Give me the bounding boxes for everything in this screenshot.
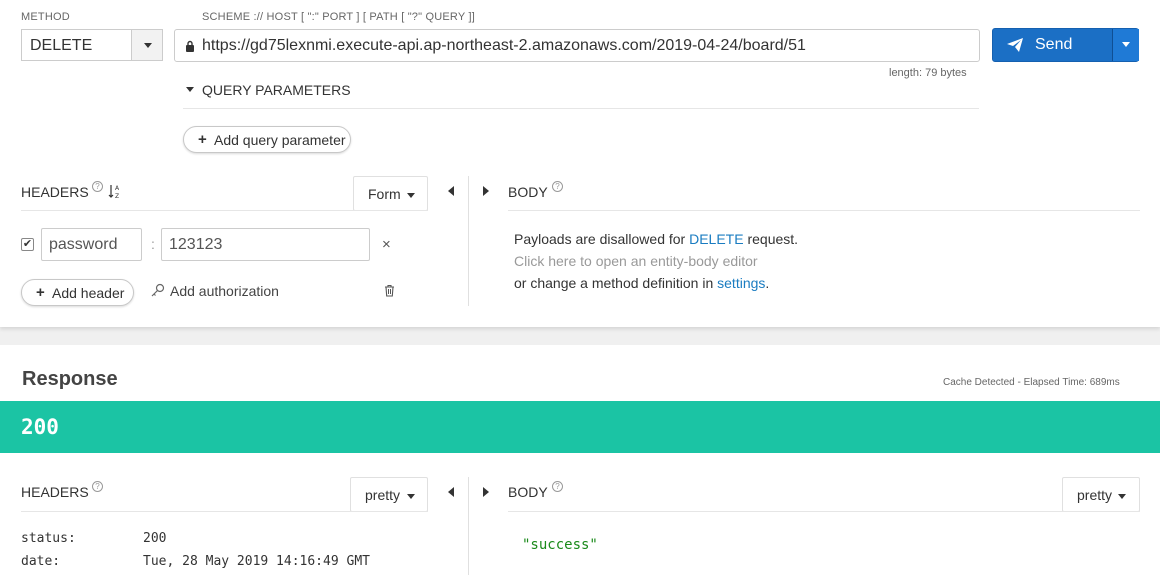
- plus-icon: +: [198, 131, 207, 148]
- url-input[interactable]: https://gd75lexnmi.execute-api.ap-northe…: [174, 29, 980, 62]
- collapse-left-icon[interactable]: [448, 186, 454, 196]
- request-headers-title: HEADERS: [21, 184, 89, 200]
- key-icon: [151, 283, 165, 297]
- chevron-down-icon: [407, 193, 415, 198]
- expand-right-icon[interactable]: [483, 186, 489, 196]
- chevron-down-icon: [144, 43, 152, 48]
- response-headers-divider: [21, 511, 428, 512]
- add-header-button[interactable]: + Add header: [21, 279, 134, 306]
- response-title: Response: [22, 368, 118, 390]
- url-label: SCHEME :// HOST [ ":" PORT ] [ PATH [ "?…: [202, 11, 475, 23]
- method-settings-message: or change a method definition in setting…: [514, 275, 770, 291]
- body-disallowed-message: Payloads are disallowed for DELETE reque…: [514, 231, 799, 247]
- method-link: DELETE: [689, 231, 744, 247]
- headers-mode-dropdown[interactable]: Form: [353, 176, 428, 211]
- response-headers-mode-dropdown[interactable]: pretty: [350, 477, 428, 512]
- plus-icon: +: [36, 284, 45, 301]
- headers-divider: [21, 210, 428, 211]
- close-icon[interactable]: ×: [382, 236, 391, 253]
- help-icon[interactable]: ?: [552, 181, 563, 192]
- header-key-value: password: [49, 236, 118, 253]
- panel-divider: [468, 176, 469, 306]
- expand-right-icon[interactable]: [483, 487, 489, 497]
- response-header-value: 200: [143, 531, 167, 546]
- length-info: length: 79 bytes: [889, 67, 967, 79]
- response-headers-mode-value: pretty: [365, 487, 401, 503]
- chevron-down-icon: [407, 494, 415, 499]
- svg-text:Z: Z: [115, 193, 119, 199]
- svg-text:A: A: [115, 185, 120, 192]
- response-header-key: status:: [21, 531, 76, 546]
- chevron-down-icon: [1118, 494, 1126, 499]
- method-dropdown-toggle[interactable]: [131, 30, 162, 60]
- header-key-input[interactable]: password: [41, 228, 142, 261]
- help-icon[interactable]: ?: [92, 181, 103, 192]
- help-icon[interactable]: ?: [552, 481, 563, 492]
- key-value-separator: :: [151, 236, 155, 252]
- add-authorization-label: Add authorization: [170, 283, 279, 299]
- add-query-param-button[interactable]: + Add query parameter: [183, 126, 351, 153]
- collapse-left-icon[interactable]: [448, 487, 454, 497]
- trash-icon[interactable]: [384, 284, 395, 297]
- send-button[interactable]: Send: [993, 29, 1112, 61]
- response-body-title: BODY: [508, 484, 548, 500]
- chevron-down-icon: [1122, 42, 1130, 47]
- add-authorization-button[interactable]: Add authorization: [151, 282, 281, 302]
- response-body-mode-value: pretty: [1077, 487, 1113, 503]
- response-body-divider: [508, 511, 1140, 512]
- add-header-label: Add header: [52, 285, 125, 301]
- header-enabled-checkbox[interactable]: ✔: [21, 238, 34, 251]
- help-icon[interactable]: ?: [92, 481, 103, 492]
- send-label: Send: [1035, 36, 1073, 53]
- settings-link[interactable]: settings: [717, 275, 765, 291]
- method-value: DELETE: [30, 37, 93, 54]
- response-header-key: date:: [21, 554, 61, 569]
- sort-alpha-icon[interactable]: A Z: [108, 184, 122, 199]
- send-dropdown-toggle[interactable]: [1113, 29, 1139, 61]
- method-select[interactable]: DELETE: [21, 29, 163, 61]
- response-header-value: Tue, 28 May 2019 14:16:49 GMT: [143, 554, 370, 569]
- method-label: METHOD: [21, 11, 70, 23]
- send-button-group: Send: [992, 28, 1139, 62]
- query-params-label: QUERY PARAMETERS: [202, 82, 351, 98]
- cache-info: Cache Detected - Elapsed Time: 689ms: [943, 377, 1120, 388]
- header-value-input[interactable]: 123123: [161, 228, 370, 261]
- query-params-toggle[interactable]: QUERY PARAMETERS: [183, 80, 979, 109]
- response-headers-title: HEADERS: [21, 484, 89, 500]
- response-body-mode-dropdown[interactable]: pretty: [1062, 477, 1140, 512]
- lock-icon: [186, 40, 194, 52]
- response-body-value: "success": [522, 537, 598, 553]
- url-value: https://gd75lexnmi.execute-api.ap-northe…: [202, 37, 806, 54]
- open-body-editor-link[interactable]: Click here to open an entity-body editor: [514, 253, 758, 269]
- add-query-param-label: Add query parameter: [214, 132, 346, 148]
- header-value-value: 123123: [169, 236, 223, 253]
- response-panel-divider: [468, 477, 469, 575]
- paper-plane-icon: [1007, 38, 1023, 52]
- body-divider: [508, 210, 1140, 211]
- caret-down-icon: [186, 87, 194, 92]
- request-body-title: BODY: [508, 184, 548, 200]
- status-code: 200: [21, 415, 59, 439]
- headers-mode-value: Form: [368, 186, 401, 202]
- status-bar: 200: [0, 401, 1160, 453]
